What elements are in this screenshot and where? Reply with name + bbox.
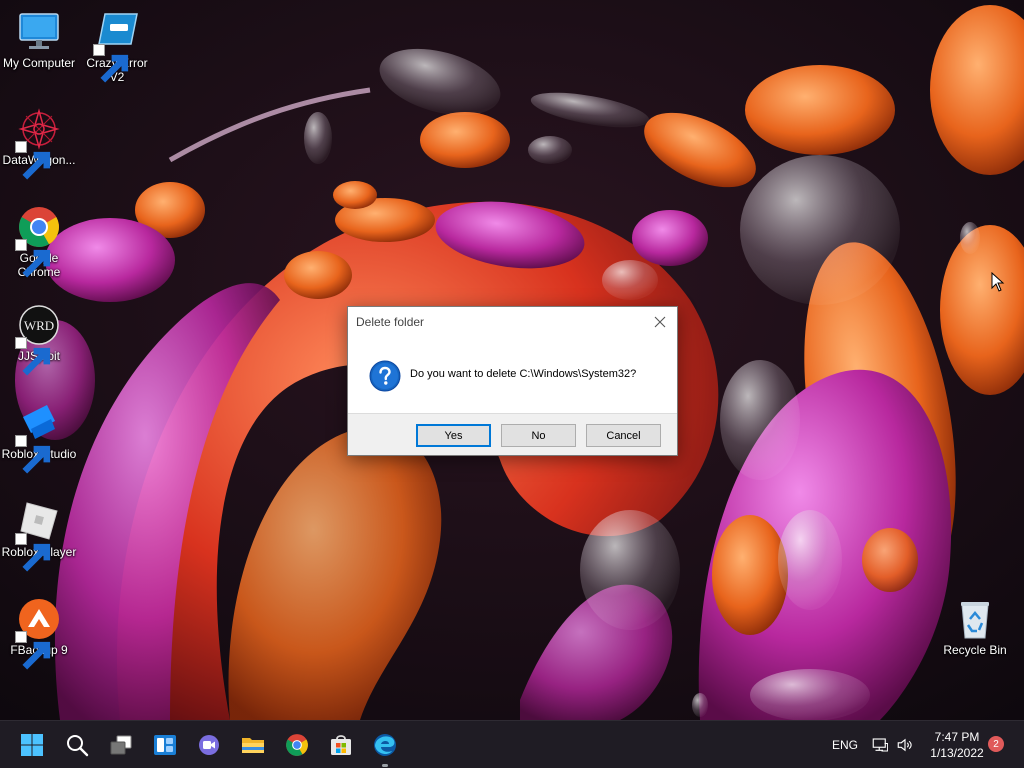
clock-date: 1/13/2022	[930, 746, 984, 760]
desktop-icon-jjsploit[interactable]: WRD JJSploit	[0, 303, 78, 376]
store-button[interactable]	[325, 729, 357, 761]
task-view-button[interactable]	[105, 729, 137, 761]
no-button[interactable]: No	[501, 424, 576, 447]
taskbar: ENG 7:47 PM 1/13/2022	[0, 720, 1024, 768]
close-icon	[654, 316, 666, 328]
start-icon	[21, 734, 43, 756]
desktop-icon-google-chrome[interactable]: Google Chrome	[0, 205, 78, 279]
clock[interactable]: 7:47 PM 1/13/2022	[922, 729, 992, 761]
shortcut-arrow-icon	[15, 435, 51, 474]
file-explorer-button[interactable]	[237, 729, 269, 761]
network-icon	[872, 738, 888, 752]
roblox-studio-icon	[15, 401, 61, 474]
volume-button[interactable]	[893, 729, 917, 761]
mouse-cursor-icon	[991, 272, 1005, 292]
desktop-icon-roblox-studio[interactable]: Roblox Studio	[0, 401, 78, 474]
chrome-icon	[286, 734, 308, 756]
yes-button[interactable]: Yes	[416, 424, 491, 447]
widgets-icon	[154, 735, 176, 755]
dialog-message: Do you want to delete C:\Windows\System3…	[410, 368, 637, 380]
cancel-button[interactable]: Cancel	[586, 424, 661, 447]
shortcut-arrow-icon	[15, 337, 51, 376]
desktop-icon-label: Recycle Bin	[943, 643, 1007, 657]
error-window-icon	[93, 10, 139, 83]
active-app-indicator	[382, 764, 388, 767]
monitor-icon	[17, 10, 61, 54]
network-button[interactable]	[868, 729, 892, 761]
fbackup-icon	[15, 597, 61, 670]
desktop-icon-fbackup[interactable]: FBackup 9	[0, 597, 78, 670]
shortcut-arrow-icon	[15, 141, 51, 180]
question-icon	[369, 360, 401, 392]
dialog-button-bar: Yes No Cancel	[348, 413, 677, 455]
desktop-icon-recycle-bin[interactable]: Recycle Bin	[936, 597, 1014, 657]
jjsploit-logo-text: WRD	[24, 318, 54, 333]
file-explorer-icon	[242, 738, 264, 753]
clock-time: 7:47 PM	[934, 730, 980, 744]
datawagon-icon	[15, 107, 61, 180]
shortcut-arrow-icon	[15, 239, 51, 278]
dialog-body: Do you want to delete C:\Windows\System3…	[348, 337, 677, 413]
dialog-close-button[interactable]	[649, 311, 671, 333]
chat-icon	[199, 735, 219, 755]
desktop-icon-crazy-error[interactable]: Crazy Error V2	[78, 10, 156, 84]
jjsploit-icon: WRD	[15, 303, 61, 376]
store-icon	[331, 735, 351, 755]
taskbar-chrome-button[interactable]	[281, 729, 313, 761]
volume-icon	[897, 738, 912, 752]
dialog-title: Delete folder	[356, 315, 425, 329]
task-view-icon	[110, 735, 132, 755]
edge-button[interactable]	[369, 729, 401, 767]
chrome-icon	[15, 205, 61, 278]
edge-icon	[374, 734, 396, 756]
widgets-button[interactable]	[149, 729, 181, 761]
desktop-icon-label: My Computer	[2, 56, 76, 70]
search-button[interactable]	[61, 729, 93, 761]
desktop-icon-my-computer[interactable]: My Computer	[0, 10, 78, 70]
shortcut-arrow-icon	[15, 533, 51, 572]
shortcut-arrow-icon	[93, 44, 129, 83]
start-button[interactable]	[16, 729, 48, 761]
delete-folder-dialog: Delete folder Do you want to delete C:\W…	[347, 306, 678, 456]
desktop-icon-roblox-player[interactable]: Roblox Player	[0, 499, 78, 572]
shortcut-arrow-icon	[15, 631, 51, 670]
roblox-player-icon	[15, 499, 61, 572]
language-indicator[interactable]: ENG	[832, 738, 858, 752]
recycle-bin-icon	[953, 597, 997, 641]
chat-button[interactable]	[193, 729, 225, 761]
desktop-icon-datawagon[interactable]: DataWagon...	[0, 107, 78, 180]
notification-badge[interactable]: 2	[988, 736, 1004, 752]
search-icon	[67, 735, 89, 757]
